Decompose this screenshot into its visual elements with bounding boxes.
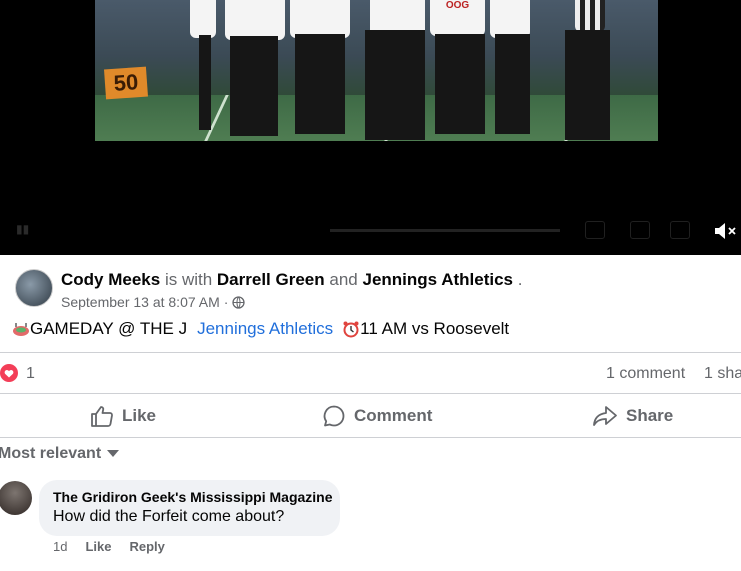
comment-icon <box>323 405 345 427</box>
tagged-page[interactable]: Jennings Athletics <box>362 270 513 289</box>
player-legs <box>495 34 530 134</box>
post-date[interactable]: September 13 at 8:07 AM <box>61 294 220 310</box>
player-legs <box>295 34 345 134</box>
comment-button[interactable]: Comment <box>322 403 432 429</box>
comment-age[interactable]: 1d <box>53 539 67 554</box>
player-legs <box>435 34 485 134</box>
thumbs-up-icon <box>91 406 113 427</box>
with-text: is with <box>164 270 213 289</box>
video-player[interactable]: 50 OOG ▮▮ <box>0 0 741 255</box>
video-controls: ▮▮ <box>0 215 741 245</box>
player <box>225 0 285 40</box>
pip-icon[interactable] <box>670 221 690 239</box>
comment-actions: 1d Like Reply <box>53 539 165 554</box>
share-count[interactable]: 1 sha <box>704 365 741 383</box>
referee-legs <box>565 30 610 140</box>
comment-count[interactable]: 1 comment <box>606 365 685 383</box>
mute-icon[interactable] <box>712 219 738 243</box>
comment-label: Comment <box>354 406 433 425</box>
share-icon <box>593 406 617 426</box>
referee <box>575 0 605 32</box>
jersey-number: OOG <box>430 0 485 36</box>
caret-down-icon <box>107 450 120 457</box>
yard-marker: 50 <box>104 66 148 100</box>
settings-icon[interactable] <box>585 221 605 239</box>
post-author-line: Cody Meeks is with Darrell Green and Jen… <box>61 270 522 290</box>
meta-dot: · <box>223 294 229 310</box>
commenter-avatar[interactable] <box>0 481 32 515</box>
reaction-stats: 1 1 comment 1 sha <box>0 362 741 386</box>
comment-like-button[interactable]: Like <box>85 539 111 554</box>
player-legs <box>365 30 425 140</box>
comment-bubble: The Gridiron Geek's Mississippi Magazine… <box>39 480 340 536</box>
reaction-count[interactable]: 1 <box>26 365 35 383</box>
post-body: GAMEDAY @ THE J Jennings Athletics 11 AM… <box>12 319 509 339</box>
post-text: GAMEDAY @ THE J <box>30 319 188 338</box>
playback-time: ▮▮ <box>16 222 30 236</box>
period: . <box>517 270 523 289</box>
post-meta: September 13 at 8:07 AM · <box>61 294 246 310</box>
love-reaction-icon[interactable] <box>0 363 19 383</box>
post-author[interactable]: Cody Meeks <box>61 270 160 289</box>
player-legs <box>199 35 211 130</box>
and-text: and <box>329 270 358 289</box>
post-time-text: 11 AM vs Roosevelt <box>360 319 510 338</box>
divider <box>0 437 741 438</box>
player <box>190 0 216 38</box>
fullscreen-icon[interactable] <box>630 221 650 239</box>
tagged-person[interactable]: Darrell Green <box>217 270 325 289</box>
post-mention-link[interactable]: Jennings Athletics <box>197 319 333 339</box>
player-legs <box>230 36 278 136</box>
video-frame: 50 OOG <box>95 0 658 141</box>
globe-icon <box>232 295 246 309</box>
like-button[interactable]: Like <box>90 403 156 429</box>
like-label: Like <box>122 406 157 425</box>
sort-label: Most relevant <box>0 445 102 462</box>
comment-text: How did the Forfeit come about? <box>53 508 285 525</box>
progress-bar[interactable] <box>330 229 560 232</box>
player <box>490 0 530 38</box>
comment-sort-dropdown[interactable]: Most relevant <box>0 445 120 463</box>
divider <box>0 393 741 394</box>
author-avatar[interactable] <box>15 269 53 307</box>
share-button[interactable]: Share <box>592 403 673 429</box>
alarm-clock-emoji <box>343 321 359 338</box>
player <box>290 0 350 38</box>
divider <box>0 352 741 353</box>
comment-reply-button[interactable]: Reply <box>129 539 164 554</box>
share-label: Share <box>626 406 674 425</box>
comment-author[interactable]: The Gridiron Geek's Mississippi Magazine <box>53 489 333 505</box>
stadium-emoji <box>13 323 29 336</box>
